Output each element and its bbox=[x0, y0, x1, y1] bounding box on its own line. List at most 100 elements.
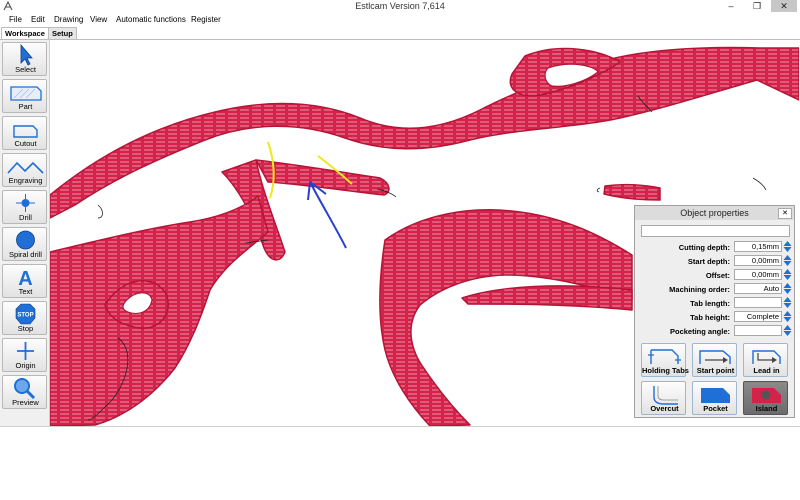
machining-order-field[interactable]: Auto bbox=[734, 283, 782, 294]
tool-path-far-right bbox=[752, 177, 767, 191]
menu-register[interactable]: Register bbox=[191, 15, 221, 24]
maximize-button[interactable]: ❐ bbox=[744, 0, 770, 12]
tool-path-arm bbox=[596, 187, 601, 193]
status-area bbox=[0, 426, 800, 500]
holding-tabs-icon bbox=[648, 349, 681, 364]
window-title: Estlcam Version 7,614 bbox=[355, 1, 445, 11]
overcut-icon bbox=[653, 386, 678, 405]
pocket-label: Pocket bbox=[703, 404, 728, 413]
tool-palette: Select Part Cutout Engraving Drill Spira… bbox=[0, 40, 50, 426]
cursor-arrow-icon bbox=[20, 44, 33, 66]
spiral-drill-tool-button[interactable]: Spiral drill bbox=[2, 227, 47, 261]
cutting-depth-row: Cutting depth: 0,15mm bbox=[639, 241, 793, 253]
close-button[interactable]: ✕ bbox=[771, 0, 797, 12]
offset-field[interactable]: 0,00mm bbox=[734, 269, 782, 280]
menu-drawing[interactable]: Drawing bbox=[54, 15, 83, 24]
stop-tool-button[interactable]: STOP Stop bbox=[2, 301, 47, 335]
overcut-label: Overcut bbox=[650, 404, 679, 413]
menu-automatic-functions[interactable]: Automatic functions bbox=[116, 15, 186, 24]
offset-label: Offset: bbox=[705, 271, 730, 280]
pocketing-angle-spinner-icon[interactable] bbox=[783, 325, 792, 336]
lead-in-label: Lead in bbox=[753, 366, 780, 375]
minimize-button[interactable]: – bbox=[718, 0, 744, 12]
start-point-label: Start point bbox=[696, 366, 735, 375]
cutting-depth-label: Cutting depth: bbox=[678, 243, 730, 252]
island-icon bbox=[752, 388, 781, 403]
part-upper-band[interactable] bbox=[50, 46, 799, 219]
holding-tabs-label: Holding Tabs bbox=[642, 366, 689, 375]
tab-height-label: Tab height: bbox=[690, 313, 730, 322]
stop-sign-icon: STOP bbox=[15, 303, 36, 325]
filled-circle-icon bbox=[16, 230, 35, 250]
letter-a-icon: A bbox=[18, 268, 32, 288]
part-right-slim-arm[interactable] bbox=[603, 183, 661, 201]
cutting-depth-spinner-icon[interactable] bbox=[783, 241, 792, 252]
part-tool-button[interactable]: Part bbox=[2, 79, 47, 113]
object-properties-panel: Object properties ✕ Cutting depth: 0,15m… bbox=[634, 205, 795, 418]
plus-origin-icon bbox=[17, 342, 34, 360]
island-button[interactable]: Island bbox=[743, 381, 788, 415]
tab-height-row: Tab height: Complete bbox=[639, 311, 793, 323]
object-properties-close-button[interactable]: ✕ bbox=[778, 208, 792, 219]
cutout-tool-label: Cutout bbox=[14, 139, 37, 148]
cutting-depth-field[interactable]: 0,15mm bbox=[734, 241, 782, 252]
engraving-tool-button[interactable]: Engraving bbox=[2, 153, 47, 187]
lead-in-icon bbox=[752, 350, 781, 364]
pocketing-angle-row: Pocketing angle: bbox=[639, 325, 793, 337]
object-name-field[interactable] bbox=[641, 225, 790, 237]
text-tool-button[interactable]: A Text bbox=[2, 264, 47, 298]
cutout-tool-button[interactable]: Cutout bbox=[2, 116, 47, 150]
stop-tool-label: Stop bbox=[17, 324, 34, 333]
magnifier-icon bbox=[14, 378, 36, 399]
overcut-button[interactable]: Overcut bbox=[641, 381, 686, 415]
holding-tabs-button[interactable]: Holding Tabs bbox=[641, 343, 689, 377]
offset-spinner-icon[interactable] bbox=[783, 269, 792, 280]
tab-height-spinner-icon[interactable] bbox=[783, 311, 792, 322]
part-right-ornament[interactable] bbox=[379, 209, 633, 426]
offset-row: Offset: 0,00mm bbox=[639, 269, 793, 281]
part-mid-arm[interactable] bbox=[461, 285, 633, 311]
tab-length-row: Tab length: bbox=[639, 297, 793, 309]
origin-tool-button[interactable]: Origin bbox=[2, 338, 47, 372]
start-depth-field[interactable]: 0,00mm bbox=[734, 255, 782, 266]
pocket-icon bbox=[701, 388, 730, 403]
tab-length-field[interactable] bbox=[734, 297, 782, 308]
machining-order-label: Machining order: bbox=[669, 285, 730, 294]
lead-in-button[interactable]: Lead in bbox=[743, 343, 788, 377]
stop-sign-text: STOP bbox=[17, 313, 33, 319]
tab-setup[interactable]: Setup bbox=[48, 27, 77, 39]
start-point-icon bbox=[699, 350, 731, 364]
preview-tool-button[interactable]: Preview bbox=[2, 375, 47, 409]
menu-file[interactable]: File bbox=[9, 15, 22, 24]
pocketing-angle-field[interactable] bbox=[734, 325, 782, 336]
origin-tool-label: Origin bbox=[15, 361, 36, 370]
zigzag-line-icon bbox=[7, 161, 44, 174]
start-depth-row: Start depth: 0,00mm bbox=[639, 255, 793, 267]
start-depth-spinner-icon[interactable] bbox=[783, 255, 792, 266]
engraving-tool-label: Engraving bbox=[8, 176, 43, 185]
tab-workspace[interactable]: Workspace bbox=[1, 27, 49, 39]
drill-tool-button[interactable]: Drill bbox=[2, 190, 47, 224]
island-label: Island bbox=[755, 404, 778, 413]
machining-order-spinner-icon[interactable] bbox=[783, 283, 792, 294]
select-tool-label: Select bbox=[15, 65, 36, 74]
start-point-button[interactable]: Start point bbox=[692, 343, 737, 377]
tab-height-field[interactable]: Complete bbox=[734, 311, 782, 322]
part-tool-label: Part bbox=[18, 102, 33, 111]
tab-length-label: Tab length: bbox=[690, 299, 730, 308]
text-tool-glyph: A bbox=[18, 268, 32, 288]
preview-tool-label: Preview bbox=[12, 398, 39, 407]
tool-path-upper bbox=[97, 204, 103, 219]
part-arm-right[interactable] bbox=[255, 159, 390, 196]
menu-edit[interactable]: Edit bbox=[31, 15, 45, 24]
tab-strip: Workspace Setup bbox=[0, 27, 800, 40]
pocket-button[interactable]: Pocket bbox=[692, 381, 737, 415]
part-outline-icon bbox=[10, 86, 42, 101]
drill-tool-label: Drill bbox=[19, 213, 32, 222]
title-bar: Estlcam Version 7,614 – ❐ ✕ bbox=[0, 0, 800, 13]
tab-length-spinner-icon[interactable] bbox=[783, 297, 792, 308]
start-depth-label: Start depth: bbox=[687, 257, 730, 266]
machining-order-row: Machining order: Auto bbox=[639, 283, 793, 295]
menu-view[interactable]: View bbox=[90, 15, 107, 24]
select-tool-button[interactable]: Select bbox=[2, 42, 47, 76]
